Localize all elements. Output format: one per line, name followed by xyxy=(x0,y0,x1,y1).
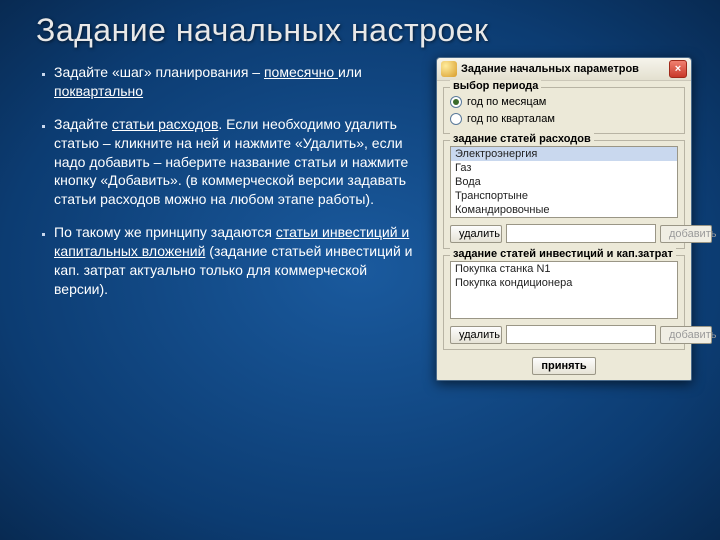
list-item[interactable]: Вода xyxy=(451,175,677,189)
window-title: Задание начальных параметров xyxy=(461,63,665,75)
invest-delete-button[interactable]: удалить xyxy=(450,326,502,344)
app-icon xyxy=(441,61,457,77)
invest-list[interactable]: Покупка станка N1 Покупка кондиционера xyxy=(450,261,678,319)
accept-button[interactable]: принять xyxy=(532,357,595,375)
list-item[interactable]: Транспортыне xyxy=(451,189,677,203)
page-title: Задание начальных настроек xyxy=(36,12,692,49)
close-icon: × xyxy=(675,64,681,75)
radio-months[interactable]: год по месяцам xyxy=(450,94,678,111)
radio-months-label: год по месяцам xyxy=(467,96,546,108)
window-titlebar[interactable]: Задание начальных параметров × xyxy=(437,58,691,81)
bullet-1: Задайте «шаг» планирования – помесячно и… xyxy=(54,63,422,101)
invest-group: задание статей инвестиций и кап.затрат П… xyxy=(443,255,685,350)
settings-window: Задание начальных параметров × выбор пер… xyxy=(436,57,692,381)
list-item[interactable]: Покупка станка N1 xyxy=(451,262,677,276)
expenses-list[interactable]: Электроэнергия Газ Вода Транспортыне Ком… xyxy=(450,146,678,218)
period-group: выбор периода год по месяцам год по квар… xyxy=(443,87,685,134)
period-legend: выбор периода xyxy=(450,80,541,92)
expenses-delete-button[interactable]: удалить xyxy=(450,225,502,243)
expenses-legend: задание статей расходов xyxy=(450,133,594,145)
list-item[interactable]: Электроэнергия xyxy=(451,147,677,161)
list-item[interactable]: Покупка кондиционера xyxy=(451,276,677,290)
radio-quarters-label: год по кварталам xyxy=(467,113,555,125)
expenses-group: задание статей расходов Электроэнергия Г… xyxy=(443,140,685,249)
invest-input[interactable] xyxy=(506,325,656,344)
radio-icon xyxy=(450,113,462,125)
close-button[interactable]: × xyxy=(669,60,687,78)
invest-legend: задание статей инвестиций и кап.затрат xyxy=(450,248,676,260)
bullet-2: Задайте статьи расходов. Если необходимо… xyxy=(54,115,422,209)
invest-add-button[interactable]: добавить xyxy=(660,326,712,344)
bullet-3: По такому же принципу задаются статьи ин… xyxy=(54,223,422,299)
radio-icon xyxy=(450,96,462,108)
list-item[interactable]: Газ xyxy=(451,161,677,175)
list-item[interactable]: Командировочные xyxy=(451,203,677,217)
bullet-list: Задайте «шаг» планирования – помесячно и… xyxy=(36,57,422,381)
expenses-input[interactable] xyxy=(506,224,656,243)
expenses-add-button[interactable]: добавить xyxy=(660,225,712,243)
radio-quarters[interactable]: год по кварталам xyxy=(450,111,678,128)
